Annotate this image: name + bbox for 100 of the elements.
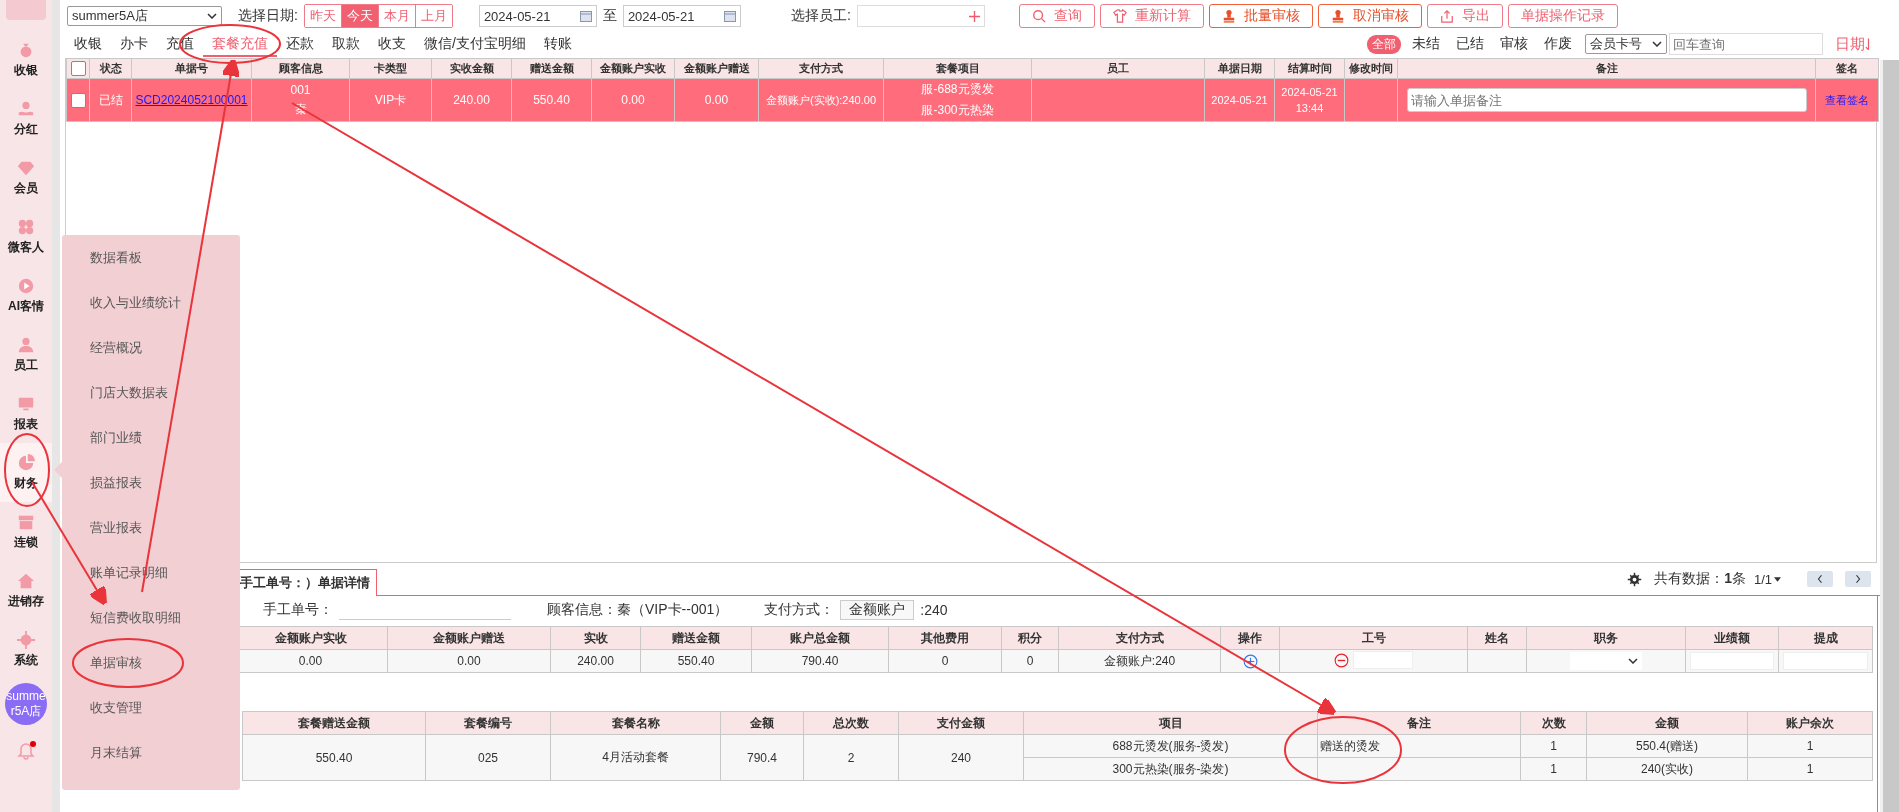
chevron-left-icon bbox=[1817, 574, 1823, 584]
settings-icon bbox=[17, 630, 35, 649]
status-filter[interactable]: 未结 bbox=[1407, 34, 1445, 54]
tab[interactable]: 转账 bbox=[534, 31, 581, 57]
sidebar-item[interactable]: 收银 bbox=[0, 30, 52, 89]
tab[interactable]: 办卡 bbox=[111, 31, 157, 57]
menu-item[interactable]: 损益报表 bbox=[62, 460, 240, 505]
sidebar-item[interactable]: 报表 bbox=[0, 384, 52, 443]
search-field-select[interactable]: 会员卡号 bbox=[1585, 34, 1667, 54]
menu-item[interactable]: 收入与业绩统计 bbox=[62, 280, 240, 325]
menu-item[interactable]: 数据看板 bbox=[62, 235, 240, 280]
sidebar-item[interactable]: 分红 bbox=[0, 89, 52, 148]
table-cell: 1 bbox=[1806, 739, 1814, 753]
search-field[interactable]: 回车查询 bbox=[1669, 33, 1823, 55]
column-header: 支付方式 bbox=[758, 58, 884, 79]
tab[interactable]: 取款 bbox=[323, 31, 369, 57]
remove-circle-icon[interactable] bbox=[1334, 652, 1349, 668]
table-cell: 2024-05-21 bbox=[1211, 94, 1268, 106]
chevron-down-icon bbox=[207, 13, 217, 19]
previous-page-button[interactable] bbox=[1807, 571, 1833, 587]
column-header: 套餐名称 bbox=[550, 711, 721, 735]
table-cell: 1 bbox=[1550, 762, 1557, 776]
sidebar-item[interactable]: 员工 bbox=[0, 325, 52, 384]
manual-number-label: 手工单号： bbox=[263, 601, 333, 619]
tab[interactable]: 收银 bbox=[65, 31, 111, 57]
menu-item[interactable]: 收支管理 bbox=[62, 685, 240, 730]
bell-icon[interactable] bbox=[16, 741, 36, 761]
scrollbar[interactable] bbox=[1880, 60, 1899, 812]
table-cell: 240 bbox=[951, 750, 971, 765]
table-cell: 2024-05-21 13:44 bbox=[1281, 86, 1338, 114]
house-icon bbox=[17, 571, 35, 590]
status-filter[interactable]: 作废 bbox=[1539, 34, 1577, 54]
store-avatar[interactable]: summer5A店 bbox=[5, 683, 47, 725]
date-field[interactable]: 2024-05-21 bbox=[622, 5, 741, 27]
column-header: 套餐赠送金额 bbox=[242, 711, 426, 735]
play-icon bbox=[17, 276, 35, 295]
tab[interactable]: 收支 bbox=[369, 31, 415, 57]
table-cell: 2 bbox=[847, 750, 855, 765]
select-all-checkbox[interactable] bbox=[70, 61, 86, 76]
chevron-down-icon bbox=[1652, 41, 1662, 47]
menu-item[interactable]: 部门业绩 bbox=[62, 415, 240, 460]
column-header: 积分 bbox=[1001, 626, 1059, 650]
sidebar-item[interactable]: AI客情 bbox=[0, 266, 52, 325]
column-header: 操作 bbox=[1220, 626, 1280, 650]
page-select[interactable]: 1/1 bbox=[1753, 571, 1772, 587]
toolbar-button[interactable]: 批量审核 bbox=[1208, 4, 1313, 28]
sidebar-item[interactable]: 进销存 bbox=[0, 561, 52, 620]
next-page-button[interactable] bbox=[1845, 571, 1871, 587]
staff-label: 选择员工: bbox=[790, 7, 851, 25]
menu-item[interactable]: 门店大数据表 bbox=[62, 370, 240, 415]
column-header: 金额 bbox=[720, 711, 804, 735]
column-header: 赠送金额 bbox=[511, 58, 592, 79]
sidebar-item[interactable]: 连锁 bbox=[0, 502, 52, 561]
column-header: 次数 bbox=[1520, 711, 1587, 735]
petals-icon bbox=[17, 217, 35, 236]
table-cell: 688元烫发(服务-烫发) bbox=[1112, 738, 1229, 753]
plus-icon bbox=[968, 10, 980, 22]
menu-item[interactable]: 月末结算 bbox=[62, 730, 240, 775]
customer-info: 顾客信息：秦（VIP卡--001） bbox=[547, 601, 729, 619]
column-header: 员工 bbox=[1031, 58, 1205, 79]
chevron-down-icon bbox=[1628, 658, 1638, 664]
toolbar-button[interactable]: 取消审核 bbox=[1317, 4, 1422, 28]
menu-item[interactable]: 经营概况 bbox=[62, 325, 240, 370]
payment-label: 支付方式： bbox=[764, 601, 835, 619]
sidebar-item[interactable]: 会员 bbox=[0, 148, 52, 207]
staff-number-field[interactable] bbox=[1353, 651, 1413, 670]
arrow-down-icon bbox=[1865, 36, 1872, 52]
date-field[interactable]: 2024-05-21 bbox=[478, 5, 597, 27]
column-header: 赠送金额 bbox=[640, 626, 752, 650]
status-filter[interactable]: 审核 bbox=[1495, 34, 1533, 54]
staff-field[interactable] bbox=[856, 5, 985, 27]
column-header: 工号 bbox=[1279, 626, 1468, 650]
table-cell: VIP卡 bbox=[374, 92, 407, 107]
pie-chart-icon bbox=[17, 453, 35, 472]
note-field[interactable]: 请输入单据备注 bbox=[1406, 88, 1807, 112]
menu-item[interactable]: 营业报表 bbox=[62, 505, 240, 550]
table-cell: 240.00 bbox=[577, 654, 614, 668]
caret-icon bbox=[1774, 576, 1781, 582]
table-cell: 已结 bbox=[98, 92, 123, 107]
status-filter[interactable]: 已结 bbox=[1451, 34, 1489, 54]
search-icon bbox=[1031, 9, 1046, 23]
sidebar-item[interactable]: 微客人 bbox=[0, 207, 52, 266]
column-header: 顾客信息 bbox=[251, 58, 350, 79]
table-cell: 025 bbox=[478, 750, 498, 765]
column-header: 实收金额 bbox=[431, 58, 512, 79]
sidebar-item[interactable]: 系统 bbox=[0, 620, 52, 679]
column-header: 单据日期 bbox=[1204, 58, 1275, 79]
store-select[interactable]: summer5A店 bbox=[67, 6, 222, 26]
person-icon bbox=[17, 335, 35, 354]
calendar-icon bbox=[579, 10, 592, 22]
column-header: 总次数 bbox=[803, 711, 899, 735]
column-header: 套餐项目 bbox=[883, 58, 1032, 79]
tab[interactable]: 微信/支付宝明细 bbox=[415, 31, 535, 57]
tab[interactable]: 还款 bbox=[277, 31, 323, 57]
row-checkbox[interactable] bbox=[70, 92, 86, 108]
column-header: 项目 bbox=[1023, 711, 1318, 735]
table-cell: 0.00 bbox=[621, 93, 645, 107]
settings-icon[interactable] bbox=[1627, 571, 1643, 587]
add-circle-icon[interactable] bbox=[1242, 653, 1258, 669]
table-cell: 赠送的烫发 bbox=[1320, 738, 1380, 753]
